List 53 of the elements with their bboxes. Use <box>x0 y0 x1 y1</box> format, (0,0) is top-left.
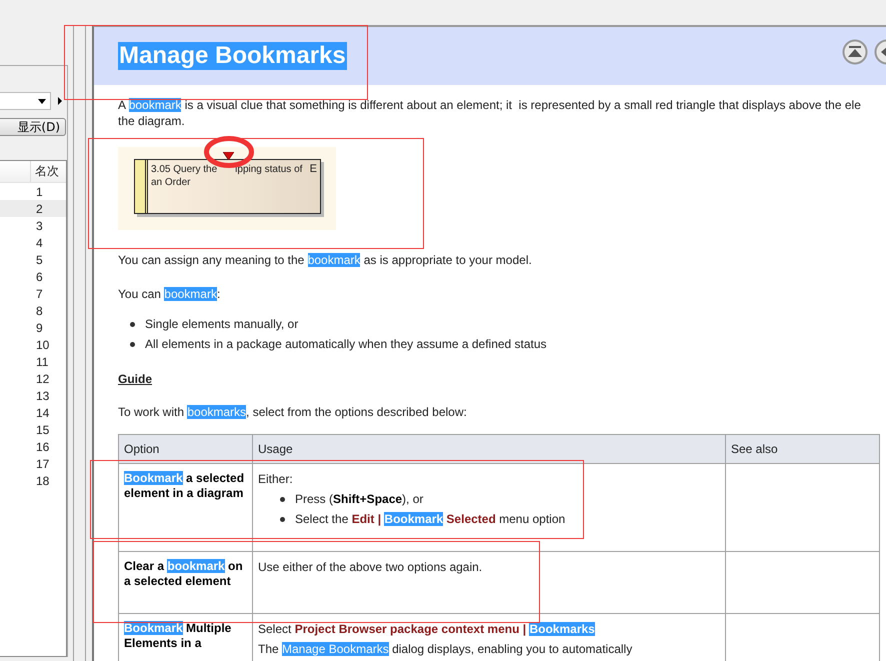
section-heading: Guide <box>118 372 154 386</box>
list-row[interactable]: 3 <box>0 217 66 234</box>
show-button[interactable]: 显示(D) <box>0 118 66 136</box>
bullet-icon <box>280 516 285 522</box>
list-item: All elements in a package automatically when they assume a defined status <box>145 336 547 352</box>
list-row[interactable]: 7 <box>0 285 66 302</box>
element-marker: E <box>310 164 317 174</box>
paragraph: You can assign any meaning to the bookmark as is appropriate to your model. <box>118 252 533 268</box>
paragraph: A bookmark is a visual clue that something is different about an element; it is represented by a small red triangle that displays above the ele <box>118 97 862 113</box>
paragraph: the diagram. <box>118 113 186 129</box>
list-row[interactable]: 10 <box>0 336 66 353</box>
list-row[interactable]: 2 <box>0 200 66 217</box>
list-row[interactable]: 9 <box>0 319 66 336</box>
page-title: Manage Bookmarks <box>118 42 347 70</box>
bullet-icon <box>130 342 135 346</box>
element-label: 3.05 Query the <box>151 164 218 175</box>
usage-text: The Manage Bookmarks dialog displays, enabling you to automatically <box>258 641 634 657</box>
list-row[interactable]: 15 <box>0 421 66 438</box>
column-header: Usage <box>252 434 726 464</box>
list-item: Single elements manually, or <box>145 316 298 332</box>
list-row[interactable]: 11 <box>0 353 66 370</box>
list-row[interactable]: 18 <box>0 472 66 489</box>
arrow-icon[interactable] <box>58 97 62 105</box>
usage-text: Press (Shift+Space), or <box>295 491 424 507</box>
bullet-icon <box>130 322 135 326</box>
list-row[interactable]: 8 <box>0 302 66 319</box>
list-row[interactable]: 14 <box>0 404 66 421</box>
option-text: Bookmark Multiple Elements in a <box>124 620 232 651</box>
list-row[interactable]: 4 <box>0 234 66 251</box>
list-row[interactable]: 1 <box>0 183 66 200</box>
paragraph: You can bookmark: <box>118 286 222 302</box>
list-row[interactable]: 5 <box>0 251 66 268</box>
element-label: ipping status of <box>235 164 302 175</box>
usage-text: Use either of the above two options again. <box>258 559 484 575</box>
list-row[interactable]: 16 <box>0 438 66 455</box>
usage-text: Either: <box>258 471 294 487</box>
scroll-top-icon[interactable] <box>842 39 868 65</box>
column-header: Option <box>118 434 252 464</box>
usage-text: Select Project Browser package context menu | Bookmarks <box>258 621 596 637</box>
usage-text: Select the Edit | Bookmark Selected menu option <box>295 511 566 527</box>
list-row[interactable]: 17 <box>0 455 66 472</box>
bookmark-triangle-icon <box>223 152 234 160</box>
paragraph: To work with bookmarks, select from the options described below: <box>118 404 468 420</box>
element-label: an Order <box>151 177 192 188</box>
caret-icon <box>38 98 46 104</box>
column-header: See also <box>726 434 880 464</box>
list-row[interactable]: 6 <box>0 268 66 285</box>
bullet-icon <box>280 496 285 502</box>
option-text: Bookmark a selected element in a diagram <box>124 470 246 501</box>
dropdown-field[interactable] <box>0 92 51 110</box>
option-text: Clear a bookmark on a selected element <box>124 558 244 589</box>
list-row[interactable]: 13 <box>0 387 66 404</box>
list-row[interactable]: 12 <box>0 370 66 387</box>
